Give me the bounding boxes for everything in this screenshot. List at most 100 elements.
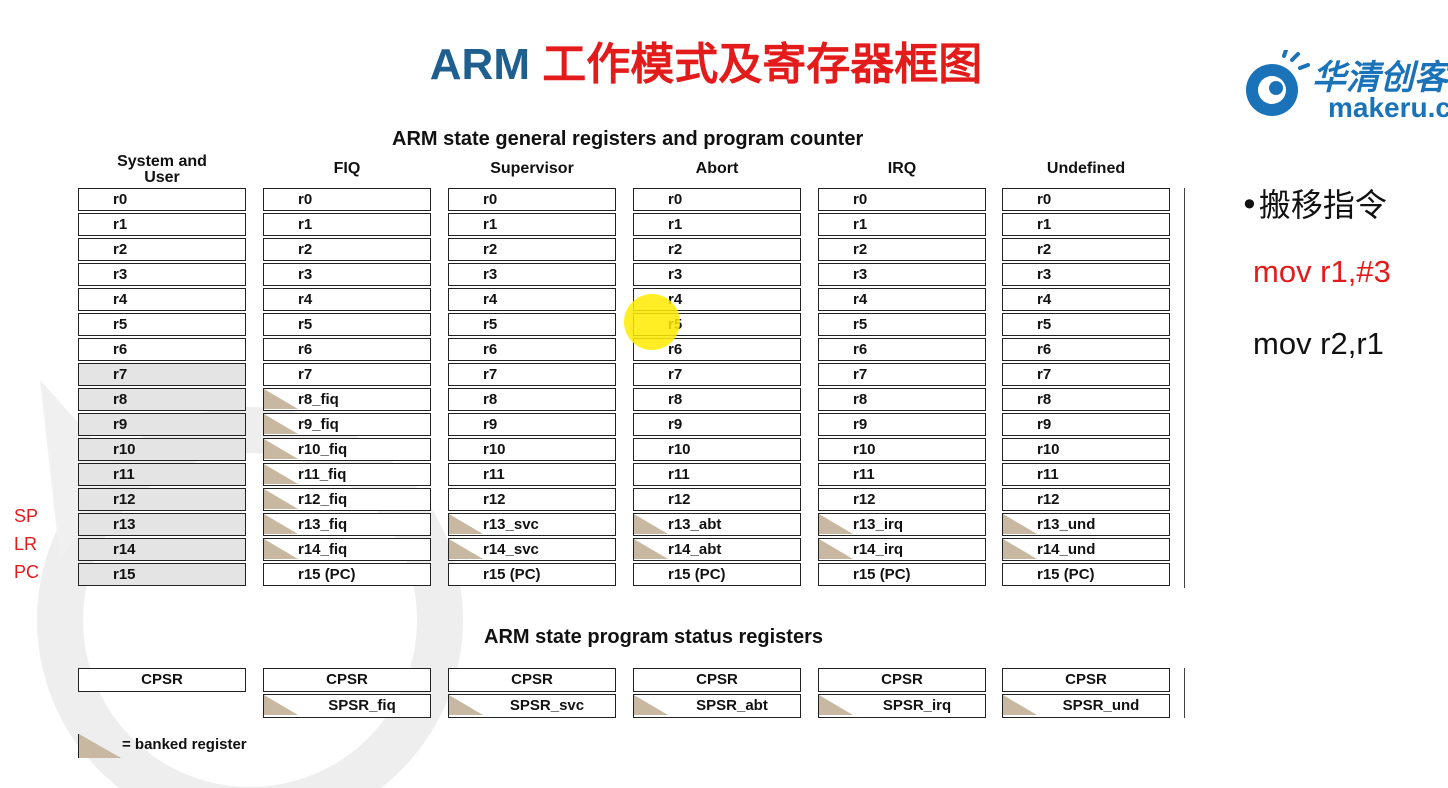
banked-triangle-icon: [264, 695, 298, 715]
register-cell: r9_fiq: [263, 413, 431, 436]
register-cell: r7: [818, 363, 986, 386]
register-cell: r13_irq: [818, 513, 986, 536]
register-cell: r4: [263, 288, 431, 311]
register-cell: r6: [448, 338, 616, 361]
banked-triangle-icon: [79, 734, 121, 758]
register-cell: r2: [818, 238, 986, 261]
register-label: r9: [853, 416, 868, 433]
psr-label: SPSR_irq: [882, 697, 952, 714]
title-en: ARM: [429, 40, 543, 89]
register-label: r9_fiq: [298, 416, 339, 433]
register-cell: r6: [263, 338, 431, 361]
register-label: r11: [668, 466, 690, 483]
register-cell: r3: [633, 263, 801, 286]
column-separator: [1184, 188, 1185, 588]
register-label: r14_svc: [483, 541, 539, 558]
register-label: r10: [1037, 441, 1060, 458]
register-label: r12: [853, 491, 876, 508]
register-cell: r9: [1002, 413, 1170, 436]
register-label: r3: [668, 266, 683, 283]
register-label: r15 (PC): [483, 566, 541, 583]
register-label: r5: [1037, 316, 1052, 333]
register-cell: r9: [818, 413, 986, 436]
register-cell: r5: [1002, 313, 1170, 336]
register-cell: r13_svc: [448, 513, 616, 536]
register-cell: r0: [818, 188, 986, 211]
register-label: r15 (PC): [853, 566, 911, 583]
note-bullet: •搬移指令: [1240, 186, 1387, 224]
spsr-cell: SPSR_und: [1002, 694, 1170, 718]
banked-triangle-icon: [634, 514, 668, 534]
register-label: r1: [1037, 216, 1052, 233]
banked-triangle-icon: [264, 389, 298, 409]
register-label: r10_fiq: [298, 441, 348, 458]
register-label: r10: [483, 441, 506, 458]
register-label: r14_irq: [853, 541, 904, 558]
register-cell: r10: [448, 438, 616, 461]
register-label: r1: [298, 216, 313, 233]
register-cell: r15 (PC): [633, 563, 801, 586]
register-cell: r5: [263, 313, 431, 336]
register-cell: r9: [448, 413, 616, 436]
register-label: r7: [1037, 366, 1052, 383]
register-label: r8: [113, 391, 128, 408]
register-cell: r1: [78, 213, 246, 236]
register-cell: r10: [78, 438, 246, 461]
register-label: r10: [668, 441, 691, 458]
register-cell: r14_fiq: [263, 538, 431, 561]
register-cell: r7: [448, 363, 616, 386]
register-label: r13_irq: [853, 516, 904, 533]
register-label: r12: [113, 491, 136, 508]
register-label: r5: [113, 316, 128, 333]
register-label: r11: [853, 466, 875, 483]
register-cell: r13: [78, 513, 246, 536]
banked-triangle-icon: [1003, 539, 1037, 559]
register-column-irq: r0 r1 r2 r3 r4 r5 r6 r7 r8 r9 r10 r11 r12 r13_irq r14_…: [818, 188, 986, 588]
register-label: r7: [298, 366, 313, 383]
legend: = banked register: [78, 734, 378, 760]
psr-label: SPSR_und: [1062, 697, 1140, 714]
register-label: r10: [853, 441, 876, 458]
register-cell: r0: [1002, 188, 1170, 211]
register-cell: r5: [818, 313, 986, 336]
register-label: r9: [113, 416, 128, 433]
register-cell: r4: [818, 288, 986, 311]
register-label: r6: [853, 341, 868, 358]
register-label: r3: [1037, 266, 1052, 283]
register-label: r8: [668, 391, 683, 408]
psr-label: CPSR: [881, 671, 923, 688]
mode-header-abort: Abort: [695, 160, 739, 177]
register-cell: r14_und: [1002, 538, 1170, 561]
register-label: r14_abt: [668, 541, 722, 558]
spsr-cell: SPSR_fiq: [263, 694, 431, 718]
register-label: r3: [853, 266, 868, 283]
register-cell: r15 (PC): [448, 563, 616, 586]
psr-heading: ARM state program status registers: [484, 626, 823, 648]
register-cell: r3: [263, 263, 431, 286]
register-cell: r12: [78, 488, 246, 511]
logo: 华清创客 makeru.c: [1240, 44, 1448, 124]
spsr-cell: SPSR_abt: [633, 694, 801, 718]
psr-column-irq: CPSR SPSR_irq: [818, 668, 986, 720]
psr-column-separator: [1184, 668, 1185, 718]
cpsr-cell: CPSR: [448, 668, 616, 692]
register-label: r3: [298, 266, 313, 283]
register-cell: r11: [78, 463, 246, 486]
register-cell: r10_fiq: [263, 438, 431, 461]
register-cell: r12: [1002, 488, 1170, 511]
banked-triangle-icon: [264, 514, 298, 534]
register-cell: r10: [1002, 438, 1170, 461]
mode-header-supervisor: Supervisor: [490, 160, 574, 177]
register-cell: r2: [263, 238, 431, 261]
cpsr-cell: CPSR: [1002, 668, 1170, 692]
register-cell: r1: [818, 213, 986, 236]
banked-triangle-icon: [634, 539, 668, 559]
register-label: r13_svc: [483, 516, 539, 533]
title-cn: 工作模式及寄存器框图: [542, 39, 983, 90]
banked-triangle-icon: [264, 489, 298, 509]
register-cell: r15 (PC): [1002, 563, 1170, 586]
register-label: r13: [113, 516, 136, 533]
register-cell: r2: [1002, 238, 1170, 261]
psr-label: SPSR_abt: [696, 697, 768, 714]
register-label: r0: [298, 191, 313, 208]
